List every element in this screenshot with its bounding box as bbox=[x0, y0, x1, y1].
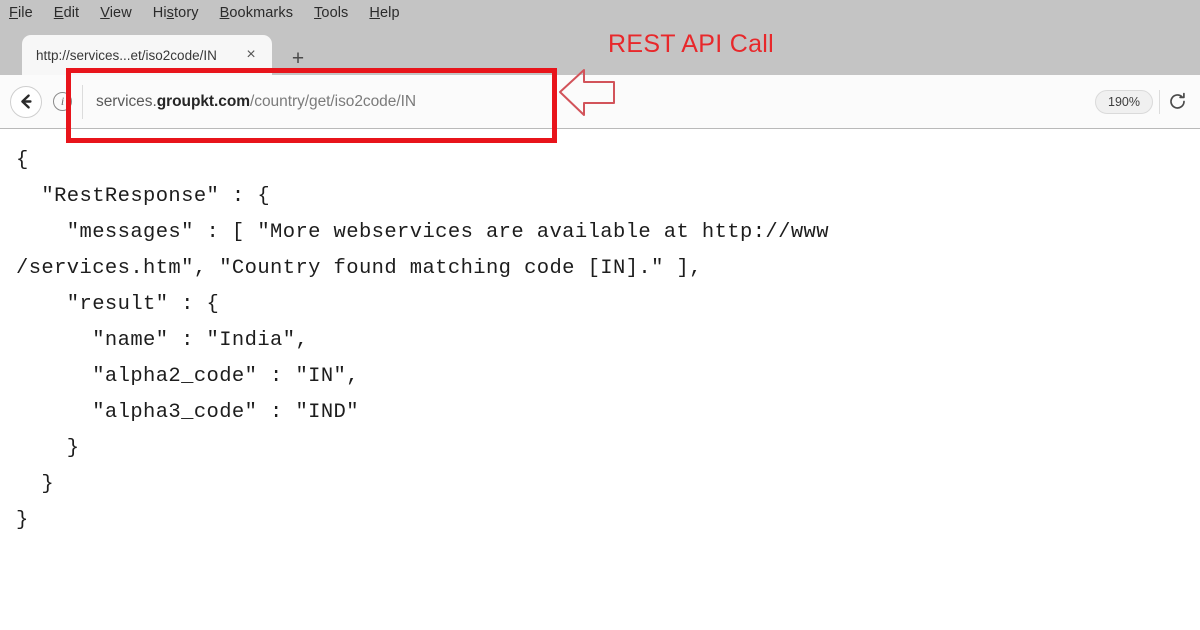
page-content: { "RestResponse" : { "messages" : [ "Mor… bbox=[0, 129, 1200, 630]
zoom-level-badge[interactable]: 190% bbox=[1095, 89, 1153, 114]
page-info-icon[interactable]: i bbox=[53, 92, 72, 111]
browser-window: File Edit View History Bookmarks Tools H… bbox=[0, 0, 1200, 630]
left-arrow-annotation-icon bbox=[558, 66, 620, 122]
new-tab-icon[interactable]: + bbox=[285, 45, 311, 71]
annotation-label: REST API Call bbox=[608, 30, 774, 58]
tab-title: http://services...et/iso2code/IN bbox=[36, 47, 217, 63]
url-domain: groupkt.com bbox=[156, 92, 251, 110]
menu-item-edit[interactable]: Edit bbox=[54, 6, 79, 21]
menu-item-view[interactable]: View bbox=[100, 6, 132, 21]
json-response-body: { "RestResponse" : { "messages" : [ "Mor… bbox=[16, 149, 829, 532]
menu-item-help[interactable]: Help bbox=[369, 6, 399, 21]
reload-icon[interactable] bbox=[1160, 85, 1194, 119]
url-prefix: services. bbox=[96, 92, 157, 110]
menu-item-history[interactable]: History bbox=[153, 6, 199, 21]
back-arrow-icon[interactable] bbox=[10, 85, 42, 118]
url-path: /country/get/iso2code/IN bbox=[250, 92, 416, 110]
close-icon[interactable]: × bbox=[238, 42, 264, 68]
menu-item-tools[interactable]: Tools bbox=[314, 6, 348, 21]
menu-bar: File Edit View History Bookmarks Tools H… bbox=[0, 0, 1200, 27]
browser-tab[interactable]: http://services...et/iso2code/IN × bbox=[22, 35, 272, 75]
menu-item-file[interactable]: File bbox=[9, 6, 33, 21]
menu-item-bookmarks[interactable]: Bookmarks bbox=[220, 6, 293, 21]
url-text: services.groupkt.com/country/get/iso2cod… bbox=[96, 93, 416, 111]
